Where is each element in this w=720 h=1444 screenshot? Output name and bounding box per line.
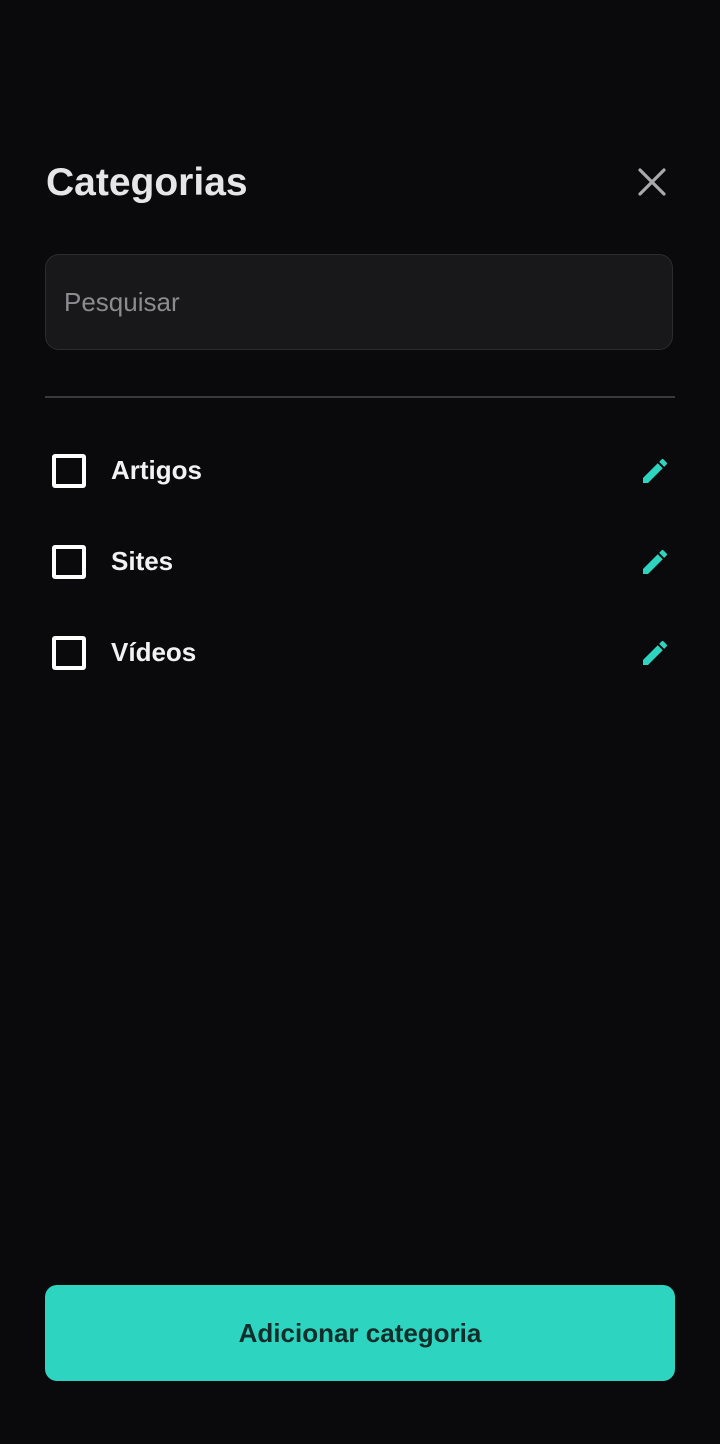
category-checkbox[interactable] [52, 544, 86, 579]
category-checkbox[interactable] [52, 453, 86, 488]
list-item: Sites [45, 516, 675, 607]
category-label: Sites [111, 546, 174, 576]
edit-button[interactable] [637, 453, 673, 489]
edit-button[interactable] [637, 635, 673, 671]
search-field [45, 254, 673, 350]
list-item: Artigos [45, 425, 675, 516]
category-label: Vídeos [111, 637, 197, 667]
close-icon [638, 168, 666, 196]
category-label: Artigos [111, 455, 202, 485]
category-checkbox[interactable] [52, 635, 86, 670]
category-list: Artigos Sites Vídeos [45, 425, 675, 698]
pencil-icon [643, 458, 668, 483]
pencil-icon [643, 549, 668, 574]
search-input[interactable] [46, 255, 672, 349]
edit-button[interactable] [637, 544, 673, 580]
page-title: Categorias [46, 161, 248, 204]
close-button[interactable] [634, 164, 670, 200]
categories-screen: Categorias Artigos Sites [0, 0, 720, 1444]
add-category-button[interactable]: Adicionar categoria [45, 1285, 675, 1381]
divider [45, 396, 675, 398]
pencil-icon [643, 640, 668, 665]
header: Categorias [45, 150, 675, 216]
list-item: Vídeos [45, 607, 675, 698]
